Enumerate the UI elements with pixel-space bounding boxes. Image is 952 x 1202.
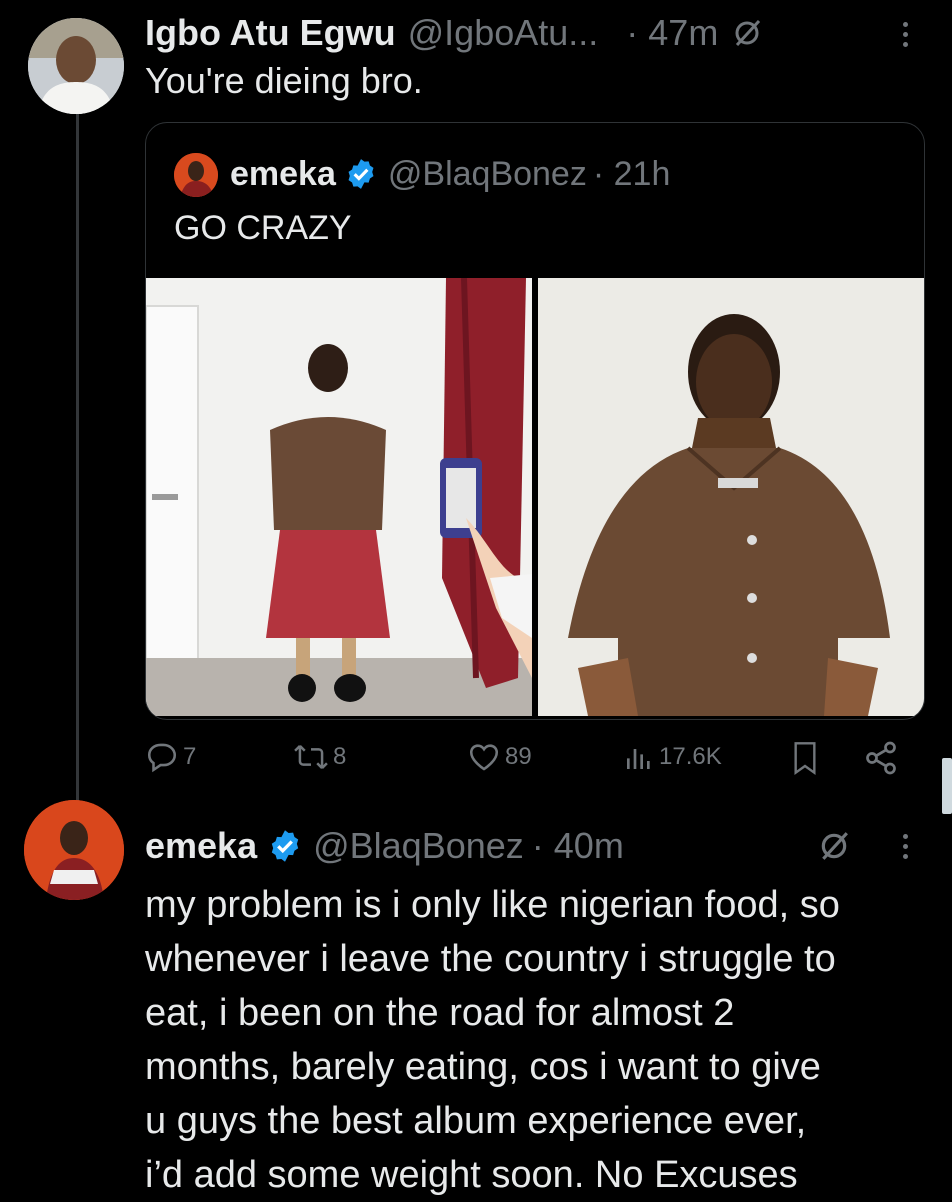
view-count: 17.6K <box>659 743 722 770</box>
verified-icon <box>267 828 303 864</box>
tweet-line: u guys the best album experience ever, <box>145 1100 807 1142</box>
scrollbar-thumb[interactable] <box>942 758 952 814</box>
avatar-photo <box>28 18 124 114</box>
like-button[interactable]: 89 <box>467 740 532 774</box>
like-icon <box>469 744 499 771</box>
action-bar: 7 8 89 17.6K <box>145 740 905 786</box>
reply-count: 7 <box>183 743 197 770</box>
more-icon[interactable] <box>900 834 910 859</box>
display-name[interactable]: emeka <box>145 825 257 867</box>
quoted-text: GO CRAZY <box>174 209 352 247</box>
share-icon <box>866 741 896 775</box>
reply-text: You're dieing bro. <box>145 60 423 101</box>
like-count: 89 <box>505 743 532 770</box>
views-button[interactable]: 17.6K <box>623 740 722 774</box>
tweet-line: i’d add some weight soon. No Excuses <box>145 1154 798 1196</box>
grok-icon[interactable] <box>818 830 850 862</box>
quoted-user-avatar <box>174 153 218 197</box>
tweet-line: my problem is i only like nigerian food,… <box>145 884 840 926</box>
thread-connector-line <box>76 112 79 802</box>
quoted-header: emeka @BlaqBonez · 21h <box>230 151 670 197</box>
share-button[interactable] <box>863 740 899 776</box>
user-avatar-emeka[interactable] <box>24 800 124 900</box>
reply-button[interactable]: 7 <box>145 740 196 774</box>
reply-icon <box>147 743 177 773</box>
quoted-display-name: emeka <box>230 154 336 193</box>
tweet-line: whenever i leave the country i struggle … <box>145 938 836 980</box>
main-tweet-header: emeka @BlaqBonez · 40m <box>145 822 624 870</box>
display-name[interactable]: Igbo Atu Egwu <box>145 12 396 54</box>
avatar-photo <box>24 800 124 900</box>
quoted-tweet-card[interactable]: emeka @BlaqBonez · 21h GO CRAZY <box>145 122 925 720</box>
user-handle[interactable]: @IgboAtu... <box>408 12 599 54</box>
user-handle[interactable]: @BlaqBonez <box>313 825 524 867</box>
quoted-handle: @BlaqBonez <box>387 154 587 193</box>
tweet-line: eat, i been on the road for almost 2 <box>145 992 735 1034</box>
tweet-line: months, barely eating, cos i want to giv… <box>145 1046 821 1088</box>
main-tweet-text: my problem is i only like nigerian food,… <box>145 878 935 1202</box>
repost-button[interactable]: 8 <box>293 740 346 774</box>
verified-icon <box>344 157 378 191</box>
quoted-timestamp: · 21h <box>592 154 671 193</box>
photo-full-length-outfit <box>146 278 532 716</box>
reply-header: Igbo Atu Egwu @IgboAtu... · 47m <box>145 8 762 58</box>
quoted-photo-1[interactable] <box>146 278 532 716</box>
repost-count: 8 <box>333 743 347 770</box>
photo-closeup-outfit <box>538 278 924 716</box>
bookmark-button[interactable] <box>789 740 821 776</box>
bookmark-icon <box>794 742 816 775</box>
more-icon[interactable] <box>900 22 910 47</box>
timestamp[interactable]: · 40m <box>532 825 624 867</box>
user-avatar[interactable] <box>28 18 124 114</box>
timestamp[interactable]: · 47m <box>626 12 718 54</box>
views-icon <box>627 749 650 769</box>
quoted-photo-2[interactable] <box>538 278 924 716</box>
grok-icon[interactable] <box>732 18 762 48</box>
repost-icon <box>294 745 328 769</box>
